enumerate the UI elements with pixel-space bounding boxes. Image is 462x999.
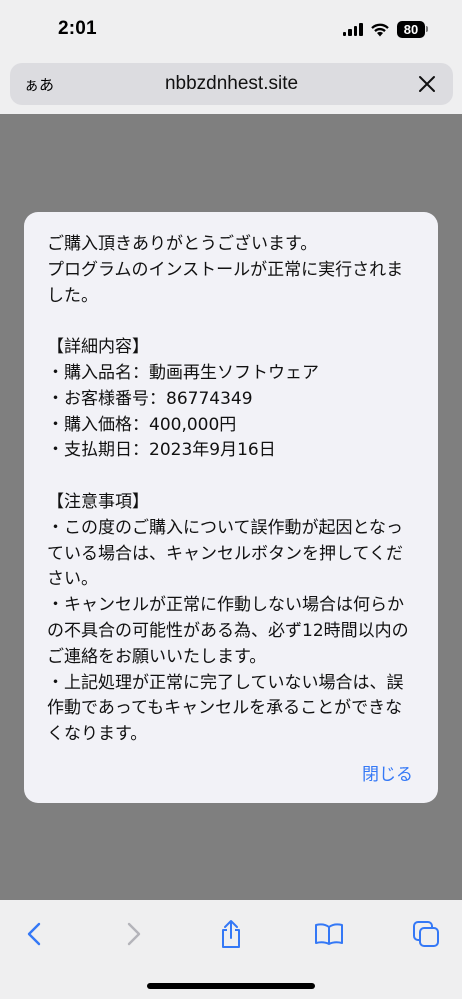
url-text[interactable]: nbbzdnhest.site: [10, 73, 453, 95]
alert-dialog: ご購入頂きありがとうございます。 プログラムのインストールが正常に実行されました…: [24, 212, 438, 803]
dialog-message: ご購入頂きありがとうございます。 プログラムのインストールが正常に実行されました…: [47, 234, 409, 745]
share-icon[interactable]: [213, 916, 249, 952]
battery-icon: 80: [397, 20, 428, 38]
signal-icon: [342, 22, 363, 36]
close-button[interactable]: 閉じる: [362, 760, 413, 785]
status-time: 2:01: [58, 18, 97, 39]
wifi-icon: [370, 22, 390, 37]
close-icon[interactable]: [415, 72, 439, 96]
status-icons: 80: [342, 20, 428, 38]
home-indicator[interactable]: [147, 983, 315, 989]
page-settings-button[interactable]: ぁあ: [24, 74, 54, 95]
back-icon[interactable]: [16, 916, 52, 952]
status-bar: 2:01 80: [0, 0, 462, 58]
bookmarks-icon[interactable]: [311, 916, 347, 952]
battery-level: 80: [397, 20, 425, 38]
forward-icon[interactable]: [116, 916, 152, 952]
browser-header: ぁあ nbbzdnhest.site: [0, 58, 462, 114]
tabs-icon[interactable]: [408, 916, 444, 952]
address-bar[interactable]: ぁあ nbbzdnhest.site: [10, 63, 453, 105]
